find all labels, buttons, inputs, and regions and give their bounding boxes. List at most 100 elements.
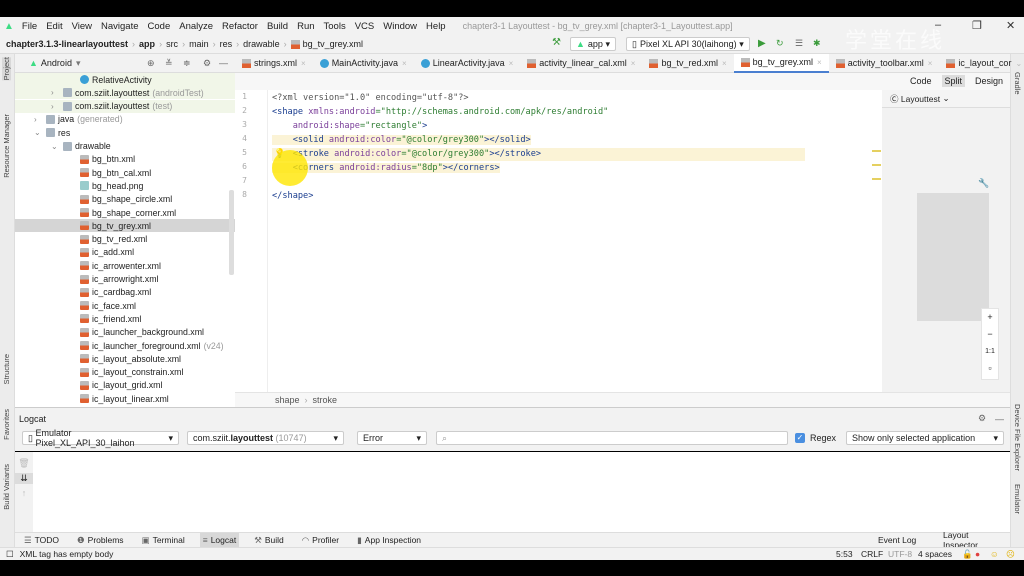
tree-item[interactable]: › com.sziit.layouttest (androidTest) bbox=[15, 86, 235, 100]
menu-code[interactable]: Code bbox=[148, 21, 171, 32]
tab-strings-xml[interactable]: strings.xml × bbox=[235, 54, 313, 73]
tree-item[interactable]: ic_arrowenter.xml bbox=[15, 259, 235, 272]
run-icon[interactable]: ▶ bbox=[758, 38, 766, 49]
run-config-dropdown[interactable]: ▲ app ▾ bbox=[570, 37, 616, 51]
menu-edit[interactable]: Edit bbox=[46, 21, 62, 32]
log-search-input[interactable]: ⌕ bbox=[436, 431, 788, 445]
chevron-right-icon[interactable]: › bbox=[51, 102, 63, 111]
menu-view[interactable]: View bbox=[72, 21, 92, 32]
clear-logcat-icon[interactable]: 🗑 bbox=[15, 458, 33, 469]
menu-analyze[interactable]: Analyze bbox=[179, 21, 213, 32]
gear-icon[interactable]: ⚙ bbox=[978, 413, 986, 424]
chevron-down-icon[interactable]: ⌄ bbox=[51, 142, 63, 151]
emulator-tool-button[interactable]: Emulator bbox=[1013, 484, 1022, 514]
tool-tab-terminal[interactable]: ▣ Terminal bbox=[139, 533, 188, 548]
menu-build[interactable]: Build bbox=[267, 21, 288, 32]
caret-position[interactable]: 5:53 bbox=[836, 549, 853, 559]
tab-linearactivity-java[interactable]: LinearActivity.java × bbox=[414, 54, 521, 73]
breadcrumb-item[interactable]: chapter3.1.3-linearlayouttest bbox=[6, 39, 128, 49]
breadcrumb-item[interactable]: res bbox=[220, 39, 233, 49]
resource-manager-tool-button[interactable]: Resource Manager bbox=[2, 114, 11, 178]
tool-tab-todo[interactable]: ☰ TODO bbox=[21, 533, 62, 548]
tree-item[interactable]: ⌄ drawable bbox=[15, 140, 235, 153]
logcat-output[interactable] bbox=[33, 452, 1010, 532]
layout-inspector-button[interactable]: Layout Inspector bbox=[940, 530, 998, 550]
tree-item[interactable]: ic_friend.xml bbox=[15, 312, 235, 325]
project-tool-button[interactable]: Project bbox=[2, 57, 11, 81]
collapse-all-icon[interactable]: ≑ bbox=[183, 58, 191, 69]
zoom-in-button[interactable]: + bbox=[982, 309, 998, 326]
tree-item[interactable]: bg_btn_cal.xml bbox=[15, 166, 235, 179]
tab-activity-linear-cal-xml[interactable]: activity_linear_cal.xml × bbox=[520, 54, 642, 73]
tree-item[interactable]: RelativeActivity bbox=[15, 73, 235, 86]
close-icon[interactable]: × bbox=[928, 59, 933, 68]
status-toggle-icon[interactable]: ☐ bbox=[6, 549, 14, 560]
tree-item[interactable]: ic_add.xml bbox=[15, 246, 235, 259]
tree-item[interactable]: ⌄ res bbox=[15, 126, 235, 139]
crumb-shape[interactable]: shape bbox=[275, 395, 300, 405]
tool-tab-app-inspection[interactable]: ▮ App Inspection bbox=[354, 533, 424, 548]
code-editor[interactable]: <?xml version="1.0" encoding="utf-8"?> <s… bbox=[268, 90, 805, 392]
event-log-button[interactable]: Event Log bbox=[875, 533, 919, 548]
lock-icon[interactable]: 🔓 bbox=[962, 549, 973, 560]
tab-activity-toolbar-xml[interactable]: activity_toolbar.xml × bbox=[829, 54, 940, 73]
tree-item[interactable]: ic_layout_linear.xml bbox=[15, 392, 235, 405]
breadcrumb-item[interactable]: src bbox=[166, 39, 178, 49]
device-select[interactable]: ▯ Emulator Pixel_XL_API_30_laihon ▾ bbox=[22, 428, 179, 448]
tree-item[interactable]: ic_launcher_foreground.xml (v24) bbox=[15, 339, 235, 352]
lightbulb-icon[interactable]: 💡 bbox=[274, 148, 285, 158]
menu-file[interactable]: File bbox=[22, 21, 37, 32]
tool-tab-logcat[interactable]: ≡ Logcat bbox=[199, 532, 240, 548]
tool-tab-build[interactable]: ⚒ Build bbox=[251, 533, 287, 548]
expand-all-icon[interactable]: ≚ bbox=[165, 58, 173, 69]
indent[interactable]: 4 spaces bbox=[918, 549, 952, 559]
tab-mainactivity-java[interactable]: MainActivity.java × bbox=[313, 54, 414, 73]
tab-bg-tv-red-xml[interactable]: bg_tv_red.xml × bbox=[642, 54, 733, 73]
device-dropdown[interactable]: ▯ Pixel XL API 30(laihong) ▾ bbox=[626, 37, 750, 51]
menu-tools[interactable]: Tools bbox=[324, 21, 346, 32]
locate-icon[interactable]: ⊕ bbox=[147, 58, 155, 69]
menu-refactor[interactable]: Refactor bbox=[222, 21, 258, 32]
tree-item[interactable]: › java (generated) bbox=[15, 113, 235, 126]
close-icon[interactable]: × bbox=[402, 59, 407, 68]
tree-item[interactable]: bg_shape_corner.xml bbox=[15, 206, 235, 219]
tree-item[interactable]: ic_layout_absolute.xml bbox=[15, 352, 235, 365]
tree-item[interactable]: ic_launcher_background.xml bbox=[15, 326, 235, 339]
menu-vcs[interactable]: VCS bbox=[355, 21, 375, 32]
zoom-out-button[interactable]: − bbox=[982, 326, 998, 343]
close-button[interactable]: ✕ bbox=[1006, 19, 1015, 32]
zoom-fit-button[interactable]: ▫ bbox=[982, 360, 998, 377]
menu-help[interactable]: Help bbox=[426, 21, 446, 32]
breadcrumb-item[interactable]: app bbox=[139, 39, 155, 49]
tree-item[interactable]: ic_face.xml bbox=[15, 299, 235, 312]
close-icon[interactable]: × bbox=[631, 59, 636, 68]
filter-select[interactable]: Show only selected application ▾ bbox=[846, 431, 1004, 445]
line-separator[interactable]: CRLF bbox=[861, 549, 883, 559]
regex-checkbox[interactable]: ✓ Regex bbox=[795, 433, 836, 443]
error-icon[interactable]: ● bbox=[975, 549, 980, 559]
menu-run[interactable]: Run bbox=[297, 21, 314, 32]
structure-tool-button[interactable]: Structure bbox=[2, 354, 11, 384]
up-icon[interactable]: ↑ bbox=[15, 488, 33, 498]
mode-design-button[interactable]: Design bbox=[972, 75, 1006, 87]
gear-icon[interactable]: ⚙ bbox=[203, 58, 211, 69]
tree-item[interactable]: ic_cardbag.xml bbox=[15, 286, 235, 299]
zoom-1to1-button[interactable]: 1:1 bbox=[982, 343, 998, 360]
tree-item[interactable]: ic_layout_grid.xml bbox=[15, 379, 235, 392]
encoding[interactable]: UTF-8 bbox=[888, 549, 912, 559]
apply-changes-icon[interactable]: ↻ bbox=[776, 38, 784, 49]
breadcrumb-item[interactable]: drawable bbox=[243, 39, 280, 49]
tab-bg-tv-grey-xml[interactable]: bg_tv_grey.xml × bbox=[733, 53, 829, 73]
breadcrumb-item[interactable]: bg_tv_grey.xml bbox=[303, 39, 363, 49]
close-icon[interactable]: × bbox=[301, 59, 306, 68]
hide-icon[interactable]: — bbox=[995, 414, 1004, 424]
mood-icon[interactable]: ☹ bbox=[1006, 549, 1015, 560]
tool-tab-problems[interactable]: ❶ Problems bbox=[74, 533, 127, 548]
wrench-icon[interactable]: 🔧 bbox=[978, 178, 989, 189]
tree-scrollbar[interactable] bbox=[229, 190, 234, 275]
theme-dropdown[interactable]: Ⓒ Layouttest ⌄ bbox=[882, 90, 1010, 108]
build-variants-tool-button[interactable]: Build Variants bbox=[2, 464, 11, 510]
crumb-stroke[interactable]: stroke bbox=[313, 395, 338, 405]
hide-icon[interactable]: — bbox=[219, 58, 228, 68]
tree-item[interactable]: bg_tv_grey.xml bbox=[15, 219, 235, 233]
